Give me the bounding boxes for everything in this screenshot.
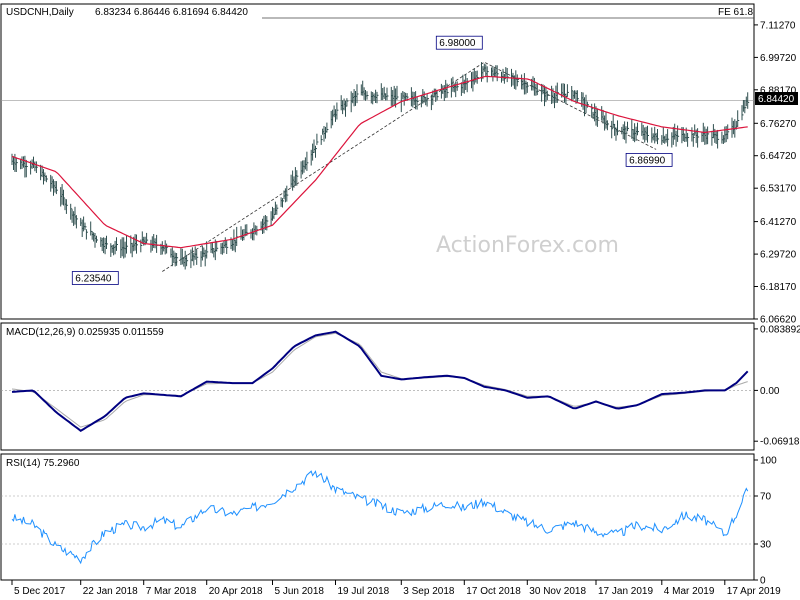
svg-text:6.98000: 6.98000 <box>439 38 476 49</box>
price-y-axis: 7.112706.997206.881706.762706.647206.531… <box>754 20 797 326</box>
x-tick-label: 20 Apr 2018 <box>209 586 263 597</box>
watermark: ActionForex.com <box>436 233 619 258</box>
price-y-tick: 7.11270 <box>760 20 796 31</box>
x-tick-label: 22 Jan 2018 <box>83 586 138 597</box>
price-y-tick: 6.99720 <box>760 53 797 64</box>
rsi-label: RSI(14) 75.2960 <box>6 458 80 469</box>
last-price-box: 6.84420 <box>755 92 798 105</box>
x-tick-label: 3 Sep 2018 <box>403 586 455 597</box>
price-annotation: 6.98000 <box>435 35 483 50</box>
rsi-y-axis: 100 70 30 0 <box>754 456 777 587</box>
x-tick-label: 5 Dec 2017 <box>14 586 66 597</box>
x-tick-label: 17 Apr 2019 <box>727 586 781 597</box>
macd-y-tick: 0.00 <box>760 386 780 397</box>
x-tick-label: 17 Oct 2018 <box>466 586 521 597</box>
x-axis: 5 Dec 2017 22 Jan 2018 7 Mar 2018 20 Apr 20… <box>11 580 781 597</box>
rsi-y-tick: 0 <box>760 576 766 587</box>
price-y-tick: 6.18170 <box>760 282 797 293</box>
x-tick-label: 7 Mar 2018 <box>146 586 197 597</box>
symbol-label: USDCNH,Daily <box>6 7 74 18</box>
price-y-tick: 6.76270 <box>760 119 797 130</box>
x-tick-label: 4 Mar 2019 <box>664 586 715 597</box>
ohlc-label: 6.83234 6.86446 6.81694 6.84420 <box>95 7 248 18</box>
x-tick-label: 5 Jun 2018 <box>275 586 325 597</box>
fib-label: FE 61.8 <box>718 7 753 18</box>
macd-y-tick: 0.083892 <box>760 324 800 335</box>
svg-text:6.23540: 6.23540 <box>75 274 112 285</box>
price-annotation: 6.86990 <box>625 152 673 167</box>
price-y-tick: 6.53170 <box>760 184 797 195</box>
price-y-tick: 6.41270 <box>760 217 797 228</box>
svg-text:6.84420: 6.84420 <box>758 94 795 105</box>
svg-text:6.86990: 6.86990 <box>629 155 666 166</box>
rsi-y-tick: 100 <box>760 456 777 467</box>
x-tick-label: 17 Jan 2019 <box>598 586 653 597</box>
rsi-y-tick: 30 <box>760 540 772 551</box>
price-annotation: 6.23540 <box>71 271 119 285</box>
macd-y-axis: 0.083892 0.00 -0.069189 <box>754 324 800 448</box>
macd-y-tick: -0.069189 <box>760 437 800 448</box>
price-y-tick: 6.64720 <box>760 151 797 162</box>
macd-panel: MACD(12,26,9) 0.025935 0.011559 0.083892… <box>0 322 800 451</box>
rsi-panel: RSI(14) 75.2960 100 70 30 0 <box>0 453 777 587</box>
x-tick-label: 19 Jul 2018 <box>338 586 390 597</box>
macd-label: MACD(12,26,9) 0.025935 0.011559 <box>6 327 164 338</box>
rsi-y-tick: 70 <box>760 492 772 503</box>
x-tick-label: 30 Nov 2018 <box>529 586 586 597</box>
forex-chart: ActionForex.com USDCNH,Daily 6.83234 6.8… <box>0 3 800 597</box>
price-panel: ActionForex.com USDCNH,Daily 6.83234 6.8… <box>0 3 798 326</box>
price-y-tick: 6.29720 <box>760 250 797 261</box>
